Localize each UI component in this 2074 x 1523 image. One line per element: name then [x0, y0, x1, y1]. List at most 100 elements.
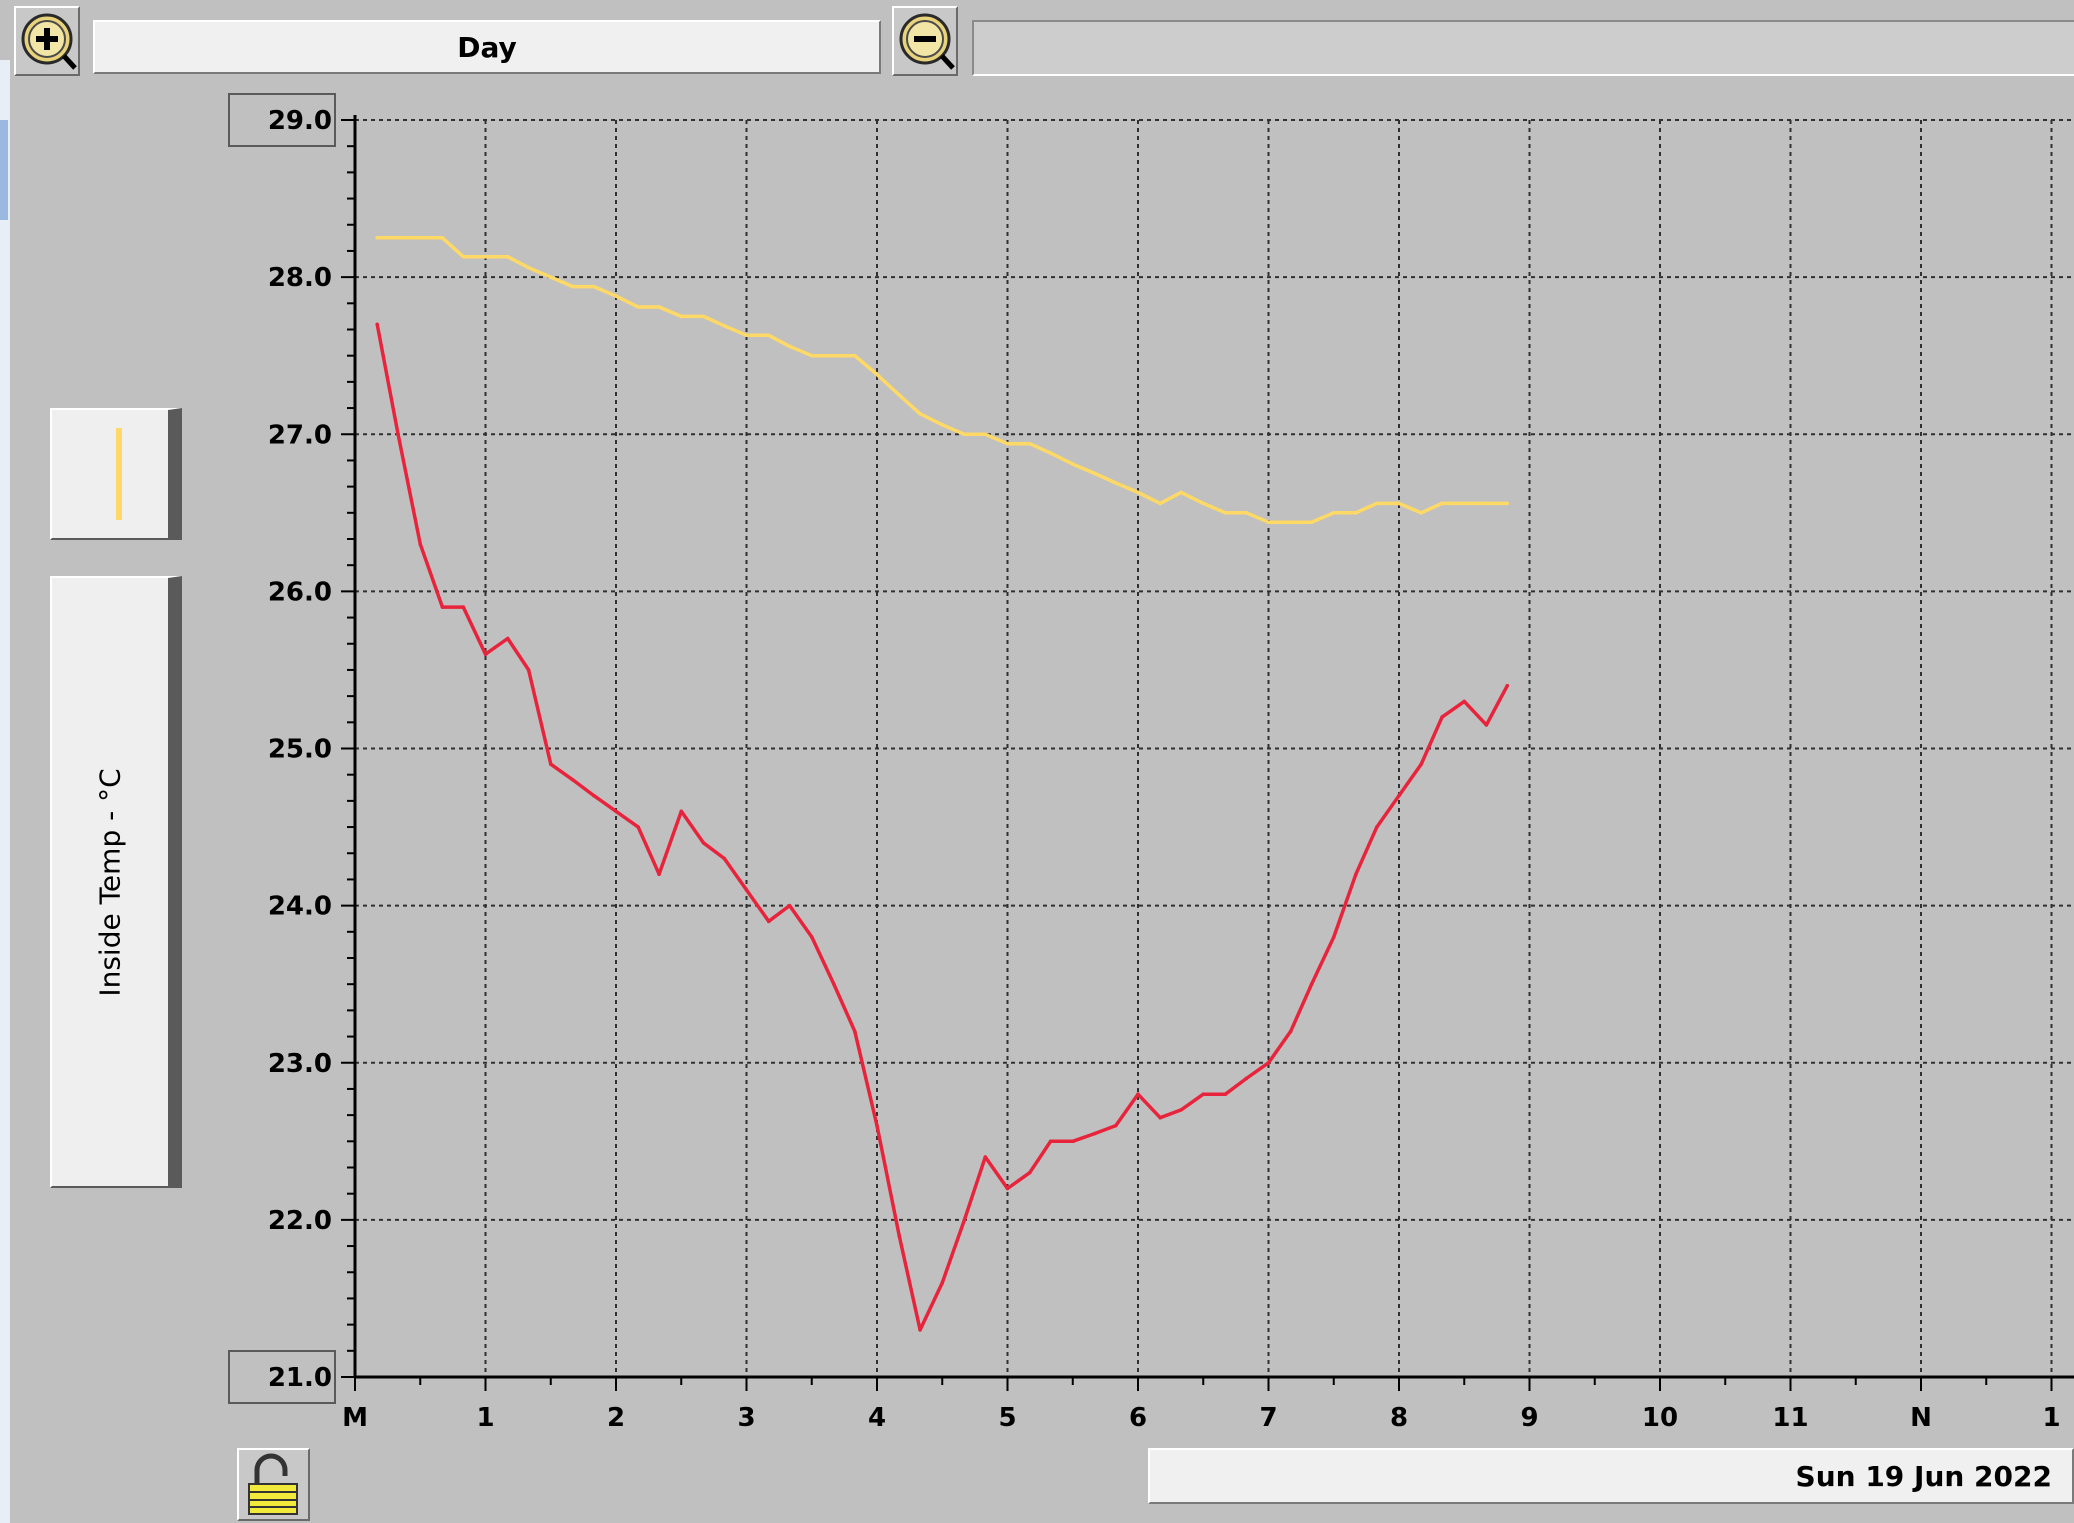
data-point [1505, 501, 1510, 506]
x-tick-label: 7 [1259, 1403, 1277, 1433]
data-point [483, 254, 488, 259]
y-tick-label: 25.0 [268, 735, 332, 765]
data-point [1462, 699, 1467, 704]
data-point [1070, 462, 1075, 466]
data-point [614, 294, 618, 298]
data-point [1484, 723, 1489, 727]
data-point [809, 353, 814, 358]
data-point [679, 809, 684, 814]
data-point [744, 333, 749, 338]
data-point [1354, 511, 1358, 515]
x-tick-label: 10 [1642, 1403, 1678, 1433]
series-line-red [375, 323, 1509, 1332]
data-point [440, 605, 445, 609]
x-tick-label: 1 [476, 1403, 494, 1433]
data-point [1244, 511, 1249, 515]
data-point [832, 353, 836, 358]
y-tick-label: 28.0 [268, 263, 332, 293]
data-point [505, 254, 510, 259]
x-tick-label: 9 [1520, 1403, 1538, 1433]
x-tick-label: 6 [1129, 1403, 1147, 1433]
y-tick-label: 23.0 [268, 1049, 332, 1079]
data-point [1484, 501, 1489, 506]
data-point [1158, 501, 1162, 506]
y-tick-label: 21.0 [268, 1363, 332, 1393]
data-point [787, 903, 792, 908]
data-point [461, 605, 466, 609]
data-point [375, 322, 379, 327]
data-point [897, 393, 901, 397]
data-point [1288, 520, 1293, 525]
data-point [571, 284, 575, 289]
y-tick-label: 27.0 [268, 420, 332, 450]
data-point [614, 809, 618, 814]
data-point [1136, 1092, 1140, 1096]
data-point [526, 668, 531, 672]
x-tick-label: M [342, 1403, 368, 1433]
data-point [375, 236, 379, 240]
data-point [983, 432, 988, 437]
data-point [636, 825, 640, 829]
data-point [787, 344, 792, 349]
data-point [1266, 520, 1271, 525]
data-point [744, 888, 749, 892]
data-point [832, 982, 836, 986]
x-tick-label: 2 [607, 1403, 625, 1433]
data-point [418, 236, 423, 240]
data-point [853, 1029, 857, 1034]
y-tick-label: 22.0 [268, 1206, 332, 1236]
data-point [983, 1155, 988, 1159]
data-point [679, 314, 684, 319]
data-point [962, 432, 967, 437]
data-point [1201, 1092, 1206, 1096]
data-point [1027, 441, 1032, 446]
x-tick-label: 1 [2042, 1403, 2060, 1433]
data-point [461, 254, 466, 259]
data-point [1158, 1115, 1162, 1120]
x-tick-label: N [1910, 1403, 1932, 1433]
data-point [1375, 825, 1379, 829]
data-point [853, 353, 857, 358]
data-point [505, 636, 510, 641]
data-point [396, 236, 400, 240]
y-tick-label: 26.0 [268, 577, 332, 607]
data-point [1419, 762, 1423, 767]
data-point [918, 1328, 922, 1332]
data-point [1266, 1060, 1271, 1065]
data-point [657, 872, 661, 876]
data-point [1093, 1131, 1097, 1136]
data-point [766, 333, 771, 338]
data-point [636, 305, 640, 309]
data-point [1419, 511, 1423, 515]
data-point [1331, 511, 1336, 515]
data-point [1462, 501, 1467, 506]
data-point [483, 652, 488, 657]
data-point [1440, 715, 1444, 719]
data-point [548, 762, 553, 767]
data-point [875, 1123, 879, 1128]
data-point [1354, 872, 1358, 876]
x-tick-label: 3 [737, 1403, 755, 1433]
lock-button[interactable] [237, 1448, 310, 1521]
data-point [1397, 501, 1401, 506]
x-tick-label: 8 [1390, 1403, 1408, 1433]
data-point [1048, 1139, 1053, 1144]
data-point [875, 372, 879, 377]
data-point [1309, 982, 1314, 986]
y-tick-label: 29.0 [268, 106, 332, 136]
data-point [1440, 501, 1444, 506]
data-point [1201, 501, 1206, 506]
data-point [418, 542, 423, 547]
data-point [940, 1280, 945, 1285]
series-line-yellow [377, 236, 1508, 524]
grid-lines [355, 119, 2074, 1378]
data-point [1309, 520, 1314, 525]
data-point [657, 305, 661, 309]
x-tick-label: 5 [998, 1403, 1016, 1433]
data-point [1114, 481, 1118, 485]
data-point [1005, 441, 1010, 446]
data-point [1505, 683, 1510, 688]
data-point [701, 840, 706, 845]
data-point [722, 856, 727, 861]
lock-icon [248, 1453, 298, 1515]
